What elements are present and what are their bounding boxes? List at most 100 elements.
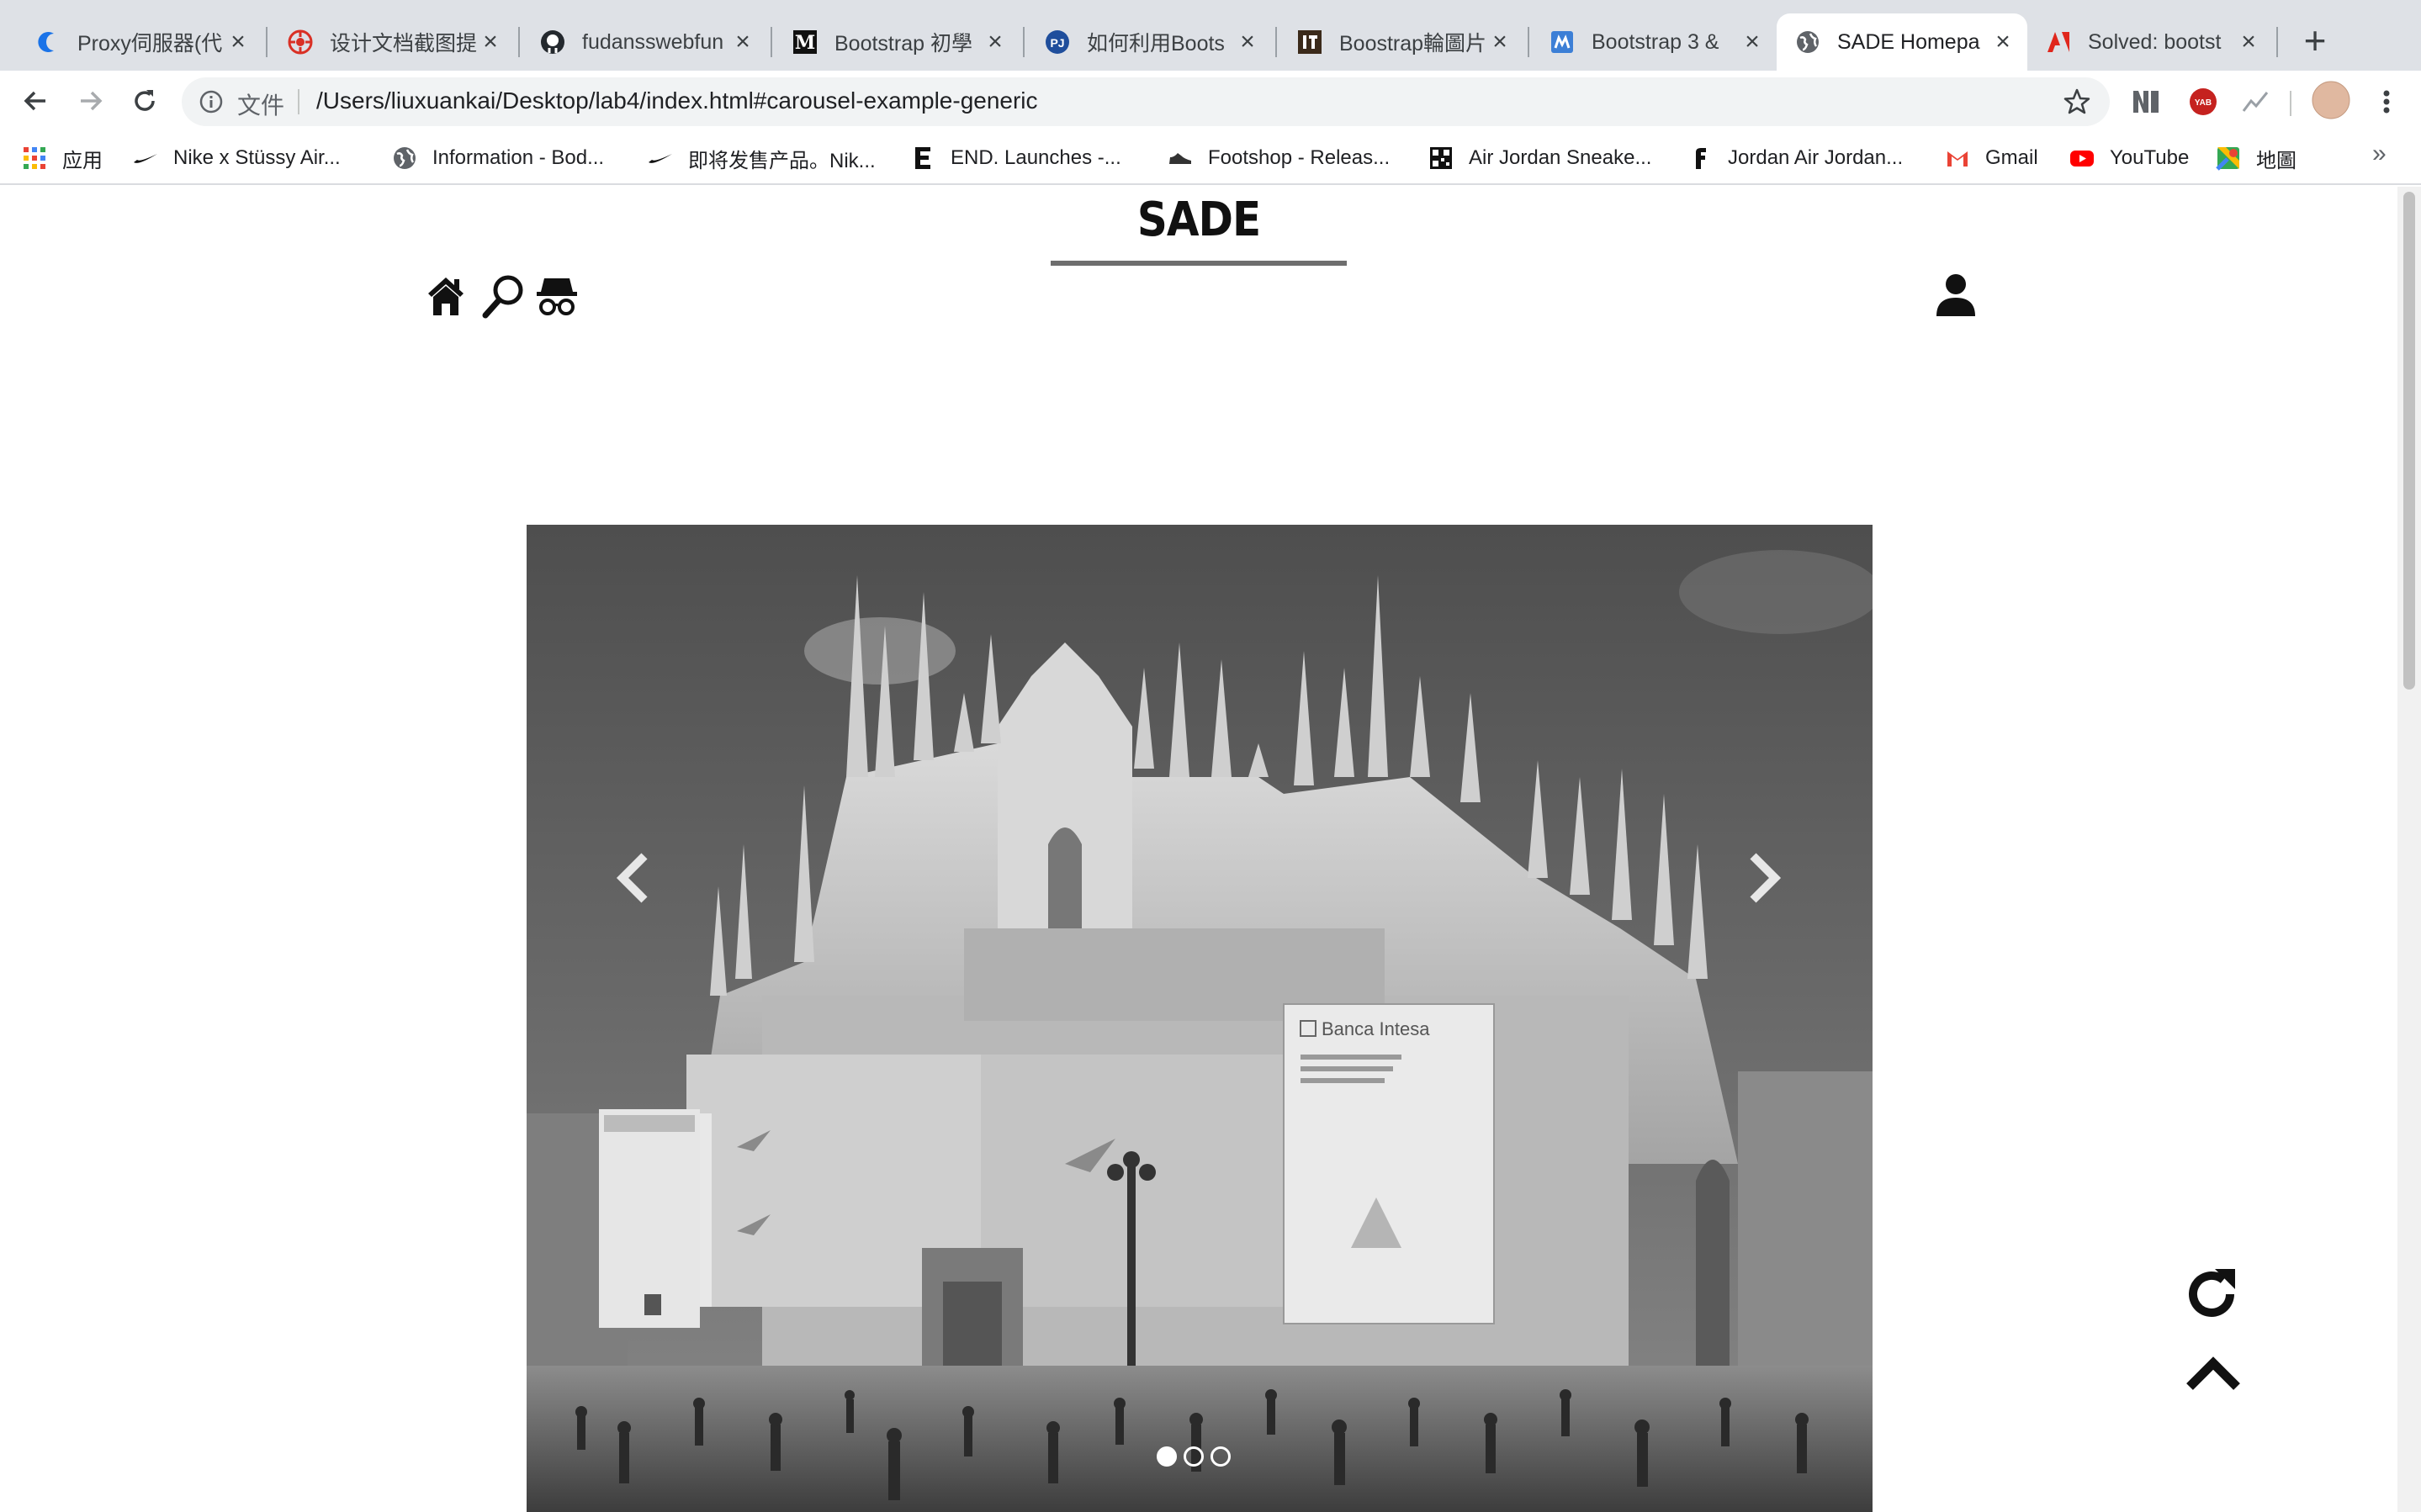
bookmark-air-jordan-sneakers[interactable]: Air Jordan Sneake... — [1428, 141, 1651, 175]
reload-button[interactable] — [124, 81, 165, 121]
tab-ithome[interactable]: Boostrap輪圖片 × — [1279, 13, 1524, 71]
user-icon[interactable] — [1931, 271, 1980, 320]
extension-yab-icon[interactable]: YAB — [2187, 86, 2219, 118]
tab-separator — [1023, 27, 1025, 57]
carousel-indicators — [1157, 1446, 1249, 1472]
forward-button[interactable] — [71, 81, 111, 121]
close-tab-icon[interactable]: × — [225, 29, 251, 55]
refresh-icon[interactable] — [2182, 1263, 2241, 1325]
page-scrollbar[interactable] — [2397, 187, 2421, 1512]
bookmark-nike-upcoming[interactable]: 即将发售产品。Nik... — [648, 141, 876, 175]
tab-strip: Proxy伺服器(代 × 设计文档截图提 × fudansswebfun × M… — [0, 0, 2421, 71]
bookmark-label: YouTube — [2110, 146, 2190, 169]
bookmark-label: Air Jordan Sneake... — [1469, 146, 1652, 169]
profile-avatar[interactable] — [2312, 81, 2350, 119]
maps-icon — [2216, 145, 2241, 171]
scrollbar-thumb[interactable] — [2403, 192, 2415, 690]
carousel-next-button[interactable] — [1731, 836, 1799, 920]
tab-separator — [518, 27, 520, 57]
adobe-icon — [2046, 29, 2071, 55]
end-icon — [910, 145, 935, 171]
tab-design-doc[interactable]: 设计文档截图提 × — [269, 13, 515, 71]
globe-icon — [392, 145, 417, 171]
chevron-left-icon — [616, 853, 648, 903]
bookmark-label: Gmail — [1985, 146, 2038, 169]
proxy-favicon-icon — [35, 29, 61, 55]
gmail-icon — [1945, 145, 1970, 171]
youtube-icon — [2069, 145, 2095, 171]
bookmark-gmail[interactable]: Gmail — [1945, 141, 2038, 175]
bootstrap-doc-icon — [1550, 29, 1575, 55]
bookmark-label: END. Launches -... — [951, 146, 1121, 169]
billboard-brand-text: Banca Intesa — [1322, 1018, 1430, 1039]
svg-text:YAB: YAB — [2195, 98, 2212, 108]
bookmark-youtube[interactable]: YouTube — [2069, 141, 2189, 175]
svg-text:M: M — [795, 32, 815, 54]
home-icon[interactable] — [422, 272, 469, 320]
browser-toolbar: 文件 /Users/liuxuankai/Desktop/lab4/index.… — [0, 71, 2421, 131]
carousel-slide-image: Banca Intesa — [527, 525, 1873, 1512]
bookmark-label: 应用 — [62, 149, 103, 172]
info-icon[interactable] — [199, 89, 224, 114]
arrow-right-icon — [81, 91, 103, 111]
bookmark-label: Jordan Air Jordan... — [1728, 146, 1904, 169]
tab-title: Solved: bootst — [2088, 29, 2222, 54]
tab-pj[interactable]: PJ 如何利用Boots × — [1026, 13, 1272, 71]
tab-sade-homepage[interactable]: SADE Homepa × — [1777, 13, 2027, 71]
tab-bootstrap3[interactable]: Bootstrap 3 & × — [1531, 13, 1777, 71]
bookmark-label: Information - Bod... — [432, 146, 605, 169]
carousel-indicator-1[interactable] — [1157, 1446, 1177, 1467]
page-viewport: SADE Banca Intesa — [0, 187, 2397, 1512]
tab-medium[interactable]: M Bootstrap 初學 × — [774, 13, 1020, 71]
tab-separator — [771, 27, 772, 57]
carousel: Banca Intesa — [527, 525, 1873, 1512]
bookmark-end-launches[interactable]: END. Launches -... — [910, 141, 1121, 175]
bookmarks-overflow-button[interactable]: » — [2372, 140, 2387, 168]
incognito-icon[interactable] — [533, 272, 580, 320]
bookmark-information[interactable]: Information - Bod... — [392, 141, 604, 175]
close-tab-icon[interactable]: × — [1487, 29, 1512, 55]
bookmark-nike-stussy[interactable]: Nike x Stüssy Air... — [133, 141, 341, 175]
bookmark-label: 地圖 — [2256, 149, 2297, 172]
bookmark-label: Nike x Stüssy Air... — [173, 146, 341, 169]
tab-title: 如何利用Boots — [1087, 32, 1225, 56]
close-tab-icon[interactable]: × — [730, 29, 755, 55]
toolbar-divider — [2290, 91, 2291, 116]
qr-icon — [1428, 145, 1454, 171]
carousel-indicator-2[interactable] — [1184, 1446, 1204, 1467]
extension-n-icon[interactable] — [2130, 86, 2162, 118]
tab-adobe[interactable]: Solved: bootst × — [2027, 13, 2273, 71]
globe-icon — [1795, 29, 1820, 55]
bookmark-star-icon[interactable] — [2063, 87, 2091, 116]
carousel-prev-button[interactable] — [599, 836, 666, 920]
tab-title: Bootstrap 初學 — [834, 32, 972, 56]
tab-github[interactable]: fudansswebfun × — [522, 13, 767, 71]
tab-title: Proxy伺服器(代 — [77, 32, 223, 56]
tab-proxy[interactable]: Proxy伺服器(代 × — [17, 13, 262, 71]
tab-separator — [1275, 27, 1277, 57]
close-tab-icon[interactable]: × — [1990, 29, 2016, 55]
close-tab-icon[interactable]: × — [2236, 29, 2261, 55]
chevron-up-icon[interactable] — [2182, 1347, 2244, 1399]
url-text[interactable]: /Users/liuxuankai/Desktop/lab4/index.htm… — [316, 87, 1038, 114]
apps-grid-icon — [22, 145, 47, 171]
carousel-indicator-3[interactable] — [1210, 1446, 1231, 1467]
close-tab-icon[interactable]: × — [983, 29, 1008, 55]
tab-title: fudansswebfun — [582, 29, 724, 54]
bookmark-apps[interactable]: 应用 — [22, 141, 103, 175]
bookmark-jordan[interactable]: Jordan Air Jordan... — [1687, 141, 1903, 175]
bookmark-footshop[interactable]: Footshop - Releas... — [1168, 141, 1390, 175]
new-tab-button[interactable]: + — [2297, 21, 2334, 61]
extension-graph-icon[interactable] — [2239, 86, 2271, 118]
nike-icon — [133, 145, 158, 171]
back-button[interactable] — [15, 81, 56, 121]
close-tab-icon[interactable]: × — [1235, 29, 1260, 55]
bookmark-maps[interactable]: 地圖 — [2216, 141, 2297, 175]
close-tab-icon[interactable]: × — [478, 29, 503, 55]
address-bar[interactable]: 文件 /Users/liuxuankai/Desktop/lab4/index.… — [182, 77, 2110, 126]
pj-icon: PJ — [1045, 29, 1070, 55]
close-tab-icon[interactable]: × — [1740, 29, 1765, 55]
page-scheme-label: 文件 — [237, 93, 285, 119]
search-icon[interactable] — [479, 272, 527, 320]
menu-kebab-icon[interactable] — [2371, 86, 2402, 118]
